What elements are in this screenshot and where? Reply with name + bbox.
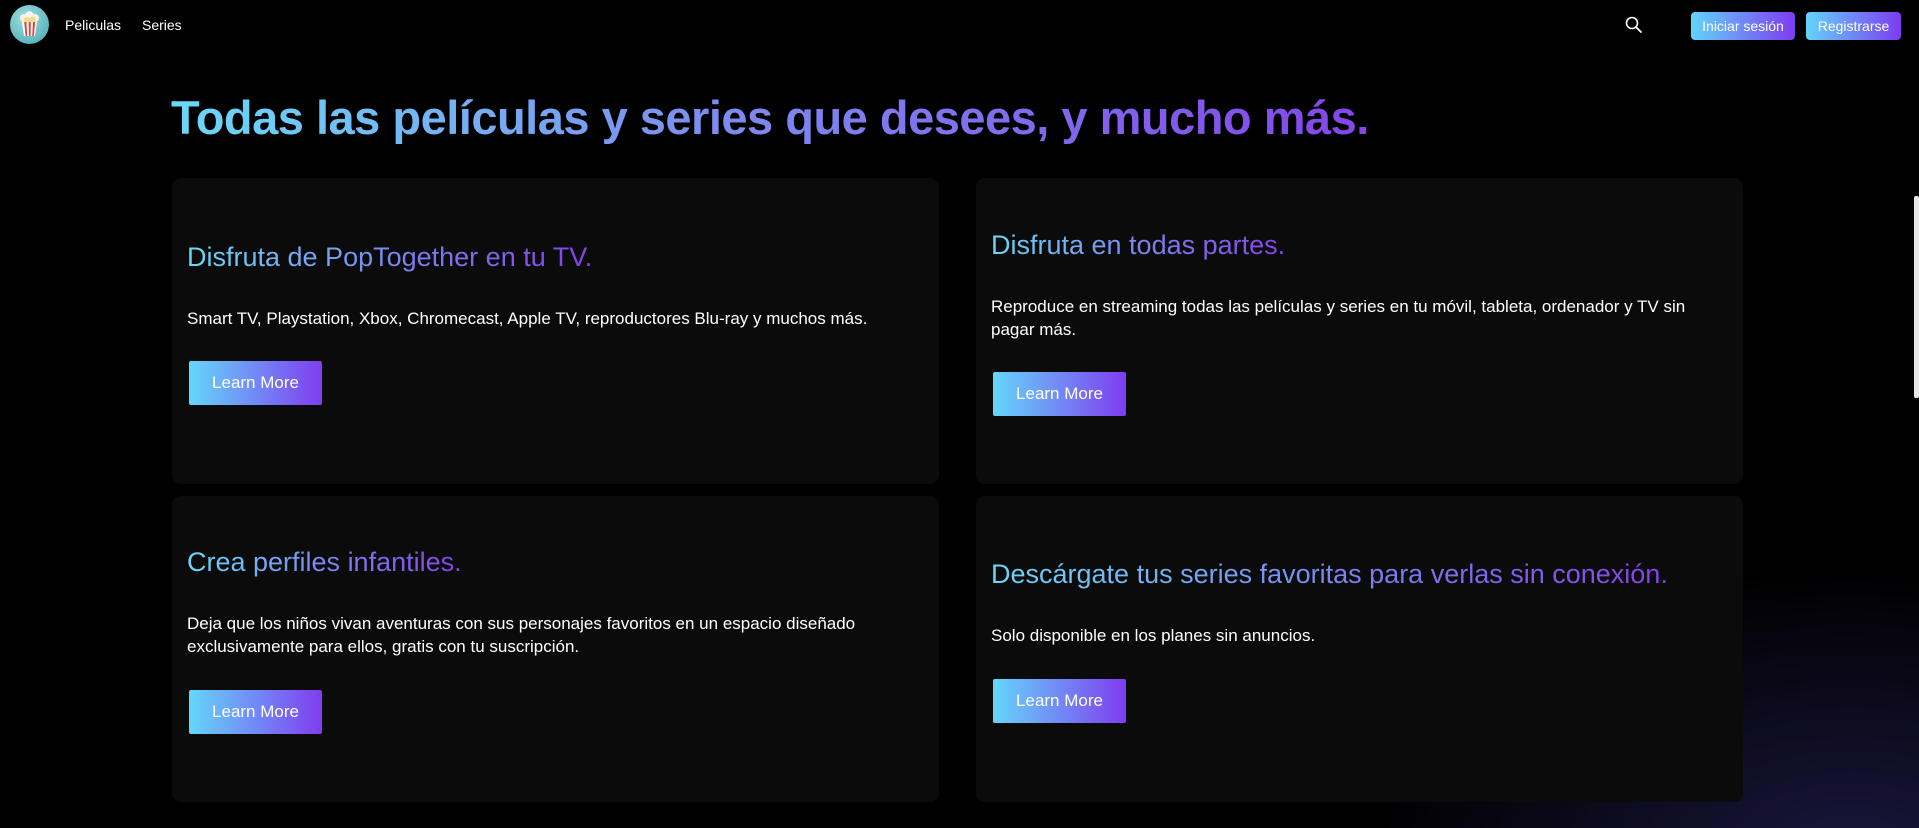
card-title: Disfruta de PopTogether en tu TV. — [187, 242, 593, 272]
top-navbar: Peliculas Series Iniciar sesión Registra… — [0, 0, 1919, 50]
page-headline: Todas las películas y series que desees,… — [171, 91, 1369, 144]
card-title: Descárgate tus series favoritas para ver… — [991, 559, 1668, 589]
popcorn-logo-icon[interactable] — [10, 5, 49, 44]
page-scrollbar[interactable] — [1914, 196, 1919, 398]
search-icon[interactable] — [1624, 15, 1644, 35]
learn-more-button[interactable]: Learn More — [189, 361, 322, 405]
login-button[interactable]: Iniciar sesión — [1691, 12, 1795, 40]
learn-more-button[interactable]: Learn More — [189, 690, 322, 734]
card-description: Smart TV, Playstation, Xbox, Chromecast,… — [187, 309, 868, 328]
nav-link-series[interactable]: Series — [142, 17, 182, 33]
nav-link-peliculas[interactable]: Peliculas — [65, 17, 121, 33]
card-description: Reproduce en streaming todas las películ… — [991, 297, 1686, 339]
feature-card-kids: Crea perfiles infantiles. Deja que los n… — [172, 496, 939, 802]
card-description: Solo disponible en los planes sin anunci… — [991, 626, 1316, 645]
feature-card-download: Descárgate tus series favoritas para ver… — [976, 496, 1743, 802]
feature-card-tv: Disfruta de PopTogether en tu TV. Smart … — [172, 178, 939, 484]
learn-more-button[interactable]: Learn More — [993, 372, 1126, 416]
feature-card-everywhere: Disfruta en todas partes. Reproduce en s… — [976, 178, 1743, 484]
register-button[interactable]: Registrarse — [1806, 12, 1901, 40]
card-title: Disfruta en todas partes. — [991, 230, 1286, 260]
card-title: Crea perfiles infantiles. — [187, 547, 462, 577]
learn-more-button[interactable]: Learn More — [993, 679, 1126, 723]
card-description: Deja que los niños vivan aventuras con s… — [187, 614, 856, 656]
